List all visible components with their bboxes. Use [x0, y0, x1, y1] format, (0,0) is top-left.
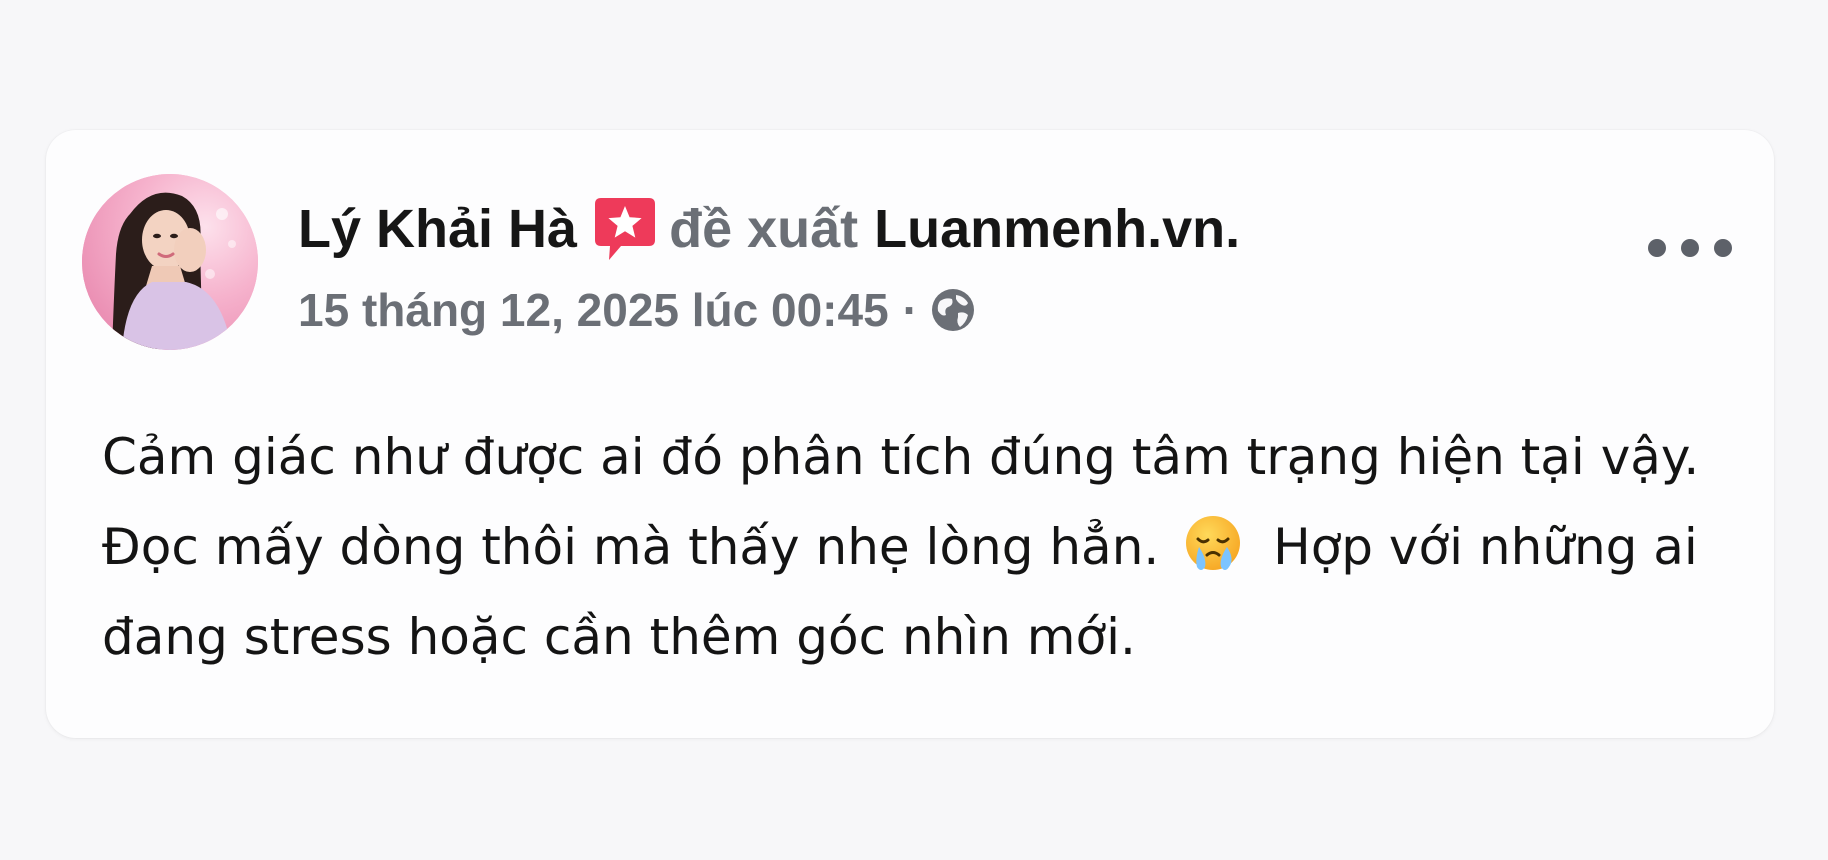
post-meta: 15 tháng 12, 2025 lúc 00:45 · — [298, 280, 976, 340]
post-text-line: đang stress hoặc cần thêm góc nhìn mới. — [102, 608, 1136, 666]
crying-relief-emoji-icon — [1181, 513, 1245, 577]
author-name[interactable]: Lý Khải Hà — [298, 198, 577, 260]
post-body: Cảm giác như được ai đó phân tích đúng t… — [102, 412, 1742, 682]
post-header: Lý Khải Hà đề xuất Luanmenh.vn . — [298, 194, 1240, 264]
avatar[interactable] — [82, 174, 258, 350]
action-text: đề xuất — [669, 199, 859, 259]
post-card: Lý Khải Hà đề xuất Luanmenh.vn . 15 thán… — [46, 130, 1774, 738]
timestamp[interactable]: 15 tháng 12, 2025 lúc 00:45 — [298, 283, 889, 337]
avatar-photo — [82, 174, 258, 350]
more-dot — [1714, 239, 1732, 257]
post-text-line: Cảm giác như được ai đó phân tích đúng t… — [102, 428, 1700, 486]
post-text-line: Đọc mấy dòng thôi mà thấy nhẹ lòng hẳn. — [102, 502, 1742, 592]
more-dot — [1648, 239, 1666, 257]
separator: · — [902, 284, 918, 336]
more-options-icon[interactable] — [1648, 226, 1732, 270]
post-text-segment: Đọc mấy dòng thôi mà thấy nhẹ lòng hẳn. — [102, 518, 1160, 576]
period: . — [1225, 199, 1241, 259]
globe-icon[interactable] — [930, 287, 976, 333]
post-text-segment: Hợp với những ai — [1273, 518, 1698, 576]
page-link[interactable]: Luanmenh.vn — [874, 198, 1225, 260]
recommend-star-icon — [593, 196, 657, 262]
more-dot — [1681, 239, 1699, 257]
